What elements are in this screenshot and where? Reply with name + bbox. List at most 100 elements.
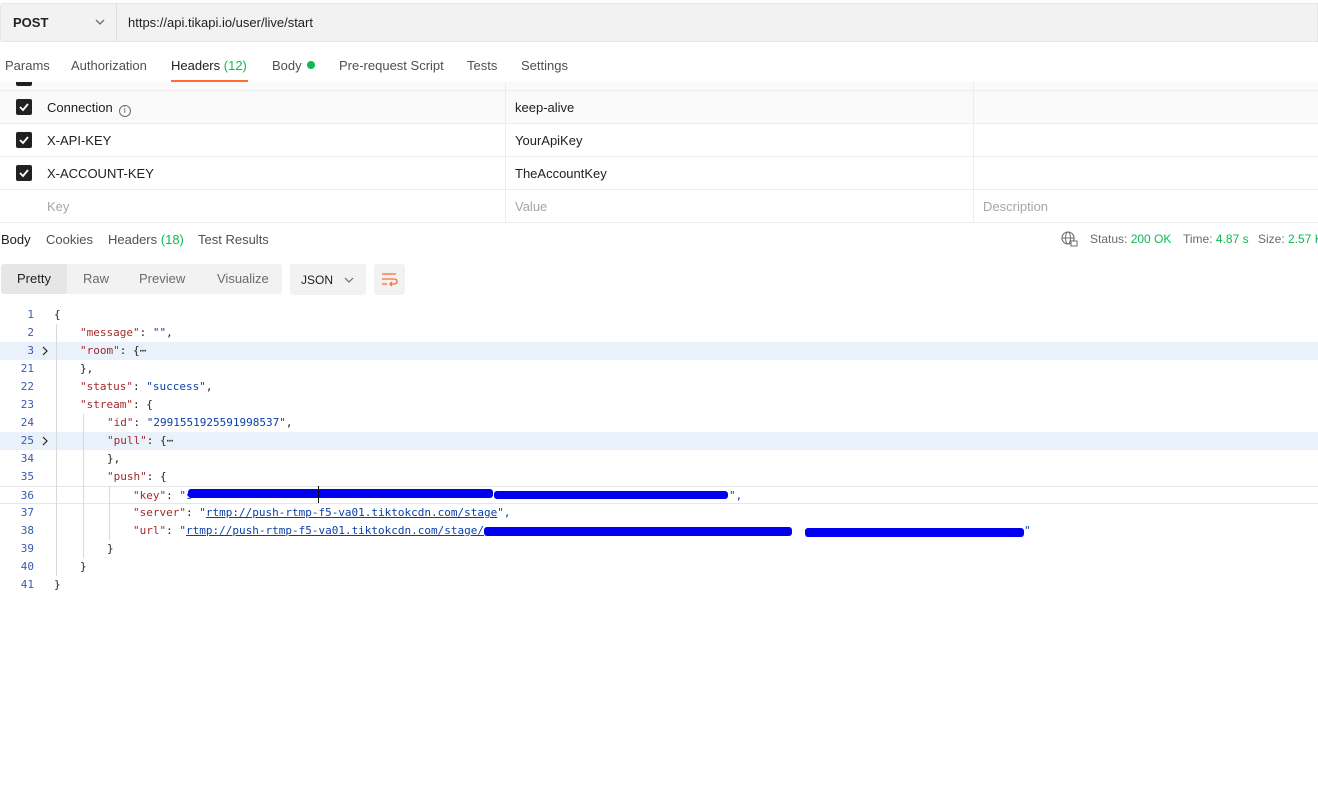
- tab-prerequest-script[interactable]: Pre-request Script: [339, 58, 444, 73]
- code-text: "server": "rtmp://push-rtmp-f5-va01.tikt…: [133, 506, 511, 519]
- code-line: 25 "pull": {⋯: [0, 432, 1318, 450]
- header-key-text: Connection: [47, 100, 113, 115]
- line-number: 24: [20, 416, 34, 429]
- code-text: "url": "rtmp://push-rtmp-f5-va01.tiktokc…: [133, 524, 485, 537]
- json-punct: : {: [132, 398, 153, 411]
- key-input[interactable]: Key: [47, 199, 69, 214]
- header-checkbox[interactable]: [16, 132, 32, 148]
- json-key: "stream": [80, 398, 133, 411]
- body-indicator-dot: [306, 61, 315, 69]
- json-key: "id": [107, 416, 134, 429]
- line-number: 40: [20, 560, 34, 573]
- header-value[interactable]: YourApiKey: [515, 133, 582, 148]
- table-row: Connection i keep-alive: [0, 91, 1318, 124]
- header-key[interactable]: Connection i: [47, 100, 131, 117]
- column-divider: [973, 124, 974, 156]
- chevron-down-icon: [95, 19, 105, 25]
- response-size: Size: 2.57 K: [1258, 232, 1318, 246]
- header-value[interactable]: keep-alive: [515, 100, 574, 115]
- line-number: 34: [20, 452, 34, 465]
- redaction-mark: [805, 528, 1024, 537]
- language-select[interactable]: JSON: [290, 264, 366, 295]
- tab-response-headers[interactable]: Headers (18): [108, 232, 184, 247]
- header-checkbox[interactable]: [16, 99, 32, 115]
- chevron-right-icon[interactable]: [40, 436, 50, 446]
- code-line: 22 "status": "success",: [0, 378, 1318, 396]
- line-number: 25: [20, 434, 34, 447]
- json-key: "url": [133, 524, 167, 537]
- code-text: "stream": {: [80, 396, 153, 414]
- tab-settings[interactable]: Settings: [521, 58, 568, 73]
- visualize-button[interactable]: Visualize: [217, 271, 269, 286]
- tab-headers-count: (12): [223, 58, 247, 73]
- code-line: 41}: [0, 576, 1318, 594]
- raw-button[interactable]: Raw: [83, 271, 109, 286]
- language-label: JSON: [301, 273, 334, 287]
- line-number: 22: [20, 380, 34, 393]
- code-text: },: [80, 362, 94, 375]
- json-punct: : {: [146, 470, 167, 483]
- line-number: 36: [20, 489, 34, 502]
- header-checkbox[interactable]: [16, 165, 32, 181]
- code-line: 21},: [0, 360, 1318, 378]
- redaction-mark: [494, 491, 728, 499]
- code-line: 23 "stream": {: [0, 396, 1318, 414]
- description-input[interactable]: Description: [983, 199, 1048, 214]
- indent-guide: [56, 324, 57, 576]
- tab-params[interactable]: Params: [5, 58, 50, 73]
- json-key: "status": [80, 380, 133, 393]
- response-body-viewer[interactable]: 1{ 2 "message": "", 3 "room": {⋯ 21}, 22 "s…: [0, 306, 1318, 594]
- column-divider: [973, 82, 974, 90]
- code-text: ",: [729, 487, 742, 505]
- pretty-button[interactable]: Pretty: [17, 271, 51, 286]
- tab-response-headers-count: (18): [160, 232, 184, 247]
- tab-response-body[interactable]: Body: [1, 232, 31, 247]
- check-icon: [19, 136, 29, 145]
- chevron-down-icon: [344, 277, 354, 283]
- code-line: 40}: [0, 558, 1318, 576]
- redaction-mark: [484, 527, 792, 536]
- tab-tests[interactable]: Tests: [467, 58, 497, 73]
- header-key[interactable]: X-ACCOUNT-KEY: [47, 166, 154, 181]
- value-input[interactable]: Value: [515, 199, 547, 214]
- code-text: }: [80, 560, 87, 573]
- server-link[interactable]: rtmp://push-rtmp-f5-va01.tiktokcdn.com/s…: [206, 506, 497, 519]
- wrap-lines-button[interactable]: [374, 264, 405, 295]
- json-string: "2991551925591998537": [146, 416, 286, 429]
- line-number: 21: [20, 362, 34, 375]
- tab-cookies[interactable]: Cookies: [46, 232, 93, 247]
- code-text: ": [1024, 522, 1031, 540]
- tab-headers[interactable]: Headers (12): [171, 58, 247, 73]
- header-key[interactable]: X-API-KEY: [47, 133, 111, 148]
- line-number: 1: [27, 308, 34, 321]
- code-text: "key": "s: [133, 489, 193, 502]
- tab-body-label: Body: [272, 58, 302, 73]
- chevron-right-icon[interactable]: [40, 346, 50, 356]
- header-value[interactable]: TheAccountKey: [515, 166, 607, 181]
- checkbox[interactable]: [16, 82, 32, 86]
- tab-headers-label: Headers: [171, 58, 221, 73]
- info-icon[interactable]: i: [118, 105, 131, 117]
- check-icon: [19, 169, 29, 178]
- json-string-quote: ": [199, 506, 206, 519]
- redaction-mark: [188, 489, 493, 498]
- tab-body[interactable]: Body: [272, 58, 315, 73]
- table-row: [0, 82, 1318, 91]
- preview-button[interactable]: Preview: [139, 271, 185, 286]
- json-string-end: ",: [497, 506, 511, 519]
- text-cursor: [318, 486, 319, 503]
- code-text: {: [54, 308, 61, 321]
- table-row: X-ACCOUNT-KEY TheAccountKey: [0, 157, 1318, 190]
- url-input[interactable]: https://api.tikapi.io/user/live/start: [116, 3, 1318, 42]
- tab-authorization[interactable]: Authorization: [71, 58, 147, 73]
- json-fold: : {⋯: [146, 434, 174, 447]
- globe-icon[interactable]: [1061, 231, 1078, 248]
- code-line: 39}: [0, 540, 1318, 558]
- json-string: "success": [146, 380, 206, 393]
- method-select[interactable]: POST: [0, 3, 116, 42]
- tab-test-results[interactable]: Test Results: [198, 232, 269, 247]
- json-key: "message": [80, 326, 140, 339]
- response-status: Status: 200 OK: [1090, 232, 1171, 246]
- url-link[interactable]: rtmp://push-rtmp-f5-va01.tiktokcdn.com/s…: [186, 524, 484, 537]
- code-text: }: [107, 542, 114, 555]
